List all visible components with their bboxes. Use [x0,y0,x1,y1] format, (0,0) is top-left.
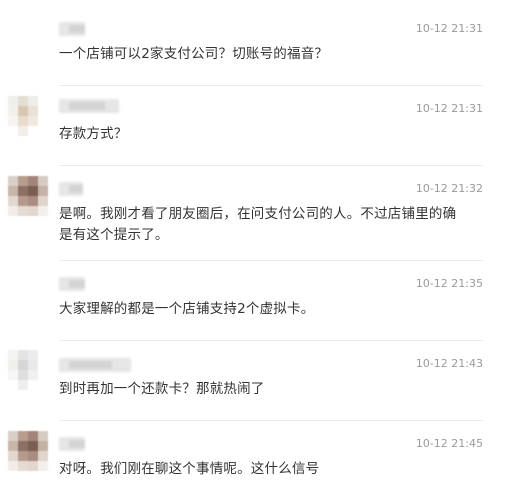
divider [59,260,483,261]
comment-time: 10-12 21:45 [415,437,483,450]
avatar-pixel [28,206,38,216]
avatar-pixel [8,380,18,390]
avatar-pixel [8,186,18,196]
avatar-pixel [28,186,38,196]
avatar-pixel [28,96,38,106]
avatar-pixel [8,461,18,471]
avatar-pixel [8,441,18,451]
divider [59,165,483,166]
avatar-pixel [38,96,48,106]
avatar-pixel [18,431,28,441]
avatar-pixel [8,360,18,370]
avatar-pixel [38,441,48,451]
avatar-pixel [28,451,38,461]
avatar-pixel [8,126,18,136]
avatar-pixel [8,176,18,186]
comment-text: 对呀。我们刚在聊这个事情呢。这什么信号 [59,461,320,477]
avatar-pixel [38,176,48,186]
avatar-pixel [18,461,28,471]
comment-text: 是啊。我刚才看了朋友圈后，在问支付公司的人。不过店铺里的确是有这个提示了。 [59,206,457,243]
avatar[interactable] [8,350,48,390]
avatar-pixel [18,350,28,360]
avatar-pixel [8,106,18,116]
comment-text: 一个店铺可以2家支付公司？切账号的福音？ [59,46,329,62]
avatar-pixel [18,380,28,390]
avatar-pixel [18,126,28,136]
avatar-pixel [28,196,38,206]
avatar-pixel [18,370,28,380]
avatar-pixel [8,370,18,380]
avatar-pixel [38,186,48,196]
avatar-pixel [18,96,28,106]
avatar-pixel [38,461,48,471]
avatar-pixel [38,116,48,126]
avatar-pixel [28,370,38,380]
comment-text: 存款方式？ [59,126,128,142]
divider [59,340,483,341]
avatar-pixel [28,360,38,370]
avatar-pixel [28,441,38,451]
avatar-pixel [28,116,38,126]
comment-time: 10-12 21:43 [415,357,483,370]
divider [59,420,483,421]
avatar-pixel [28,106,38,116]
avatar-pixel [8,350,18,360]
comment-time: 10-12 21:31 [415,102,483,115]
username-blurred[interactable] [59,22,85,36]
avatar-pixel [28,126,38,136]
avatar[interactable] [8,96,48,136]
avatar-pixel [8,196,18,206]
avatar-pixel [38,106,48,116]
avatar-pixel [8,206,18,216]
avatar-pixel [18,451,28,461]
username-blurred[interactable] [59,277,85,291]
comment-time: 10-12 21:32 [415,182,483,195]
avatar-pixel [18,441,28,451]
avatar-pixel [38,370,48,380]
avatar-pixel [38,380,48,390]
avatar-pixel [38,350,48,360]
comment-text: 大家理解的都是一个店铺支持2个虚拟卡。 [59,301,315,317]
comment-time: 10-12 21:31 [415,22,483,35]
avatar-pixel [38,126,48,136]
avatar[interactable] [8,176,48,216]
avatar-pixel [18,206,28,216]
avatar-pixel [28,176,38,186]
avatar-pixel [38,451,48,461]
username-blurred[interactable] [59,437,85,451]
avatar-pixel [28,431,38,441]
username-blurred[interactable] [59,182,84,196]
avatar-pixel [8,116,18,126]
avatar-pixel [38,196,48,206]
username-blurred[interactable] [59,99,119,113]
avatar-pixel [28,461,38,471]
avatar-pixel [18,116,28,126]
avatar[interactable] [8,431,48,471]
avatar-pixel [18,196,28,206]
avatar-pixel [8,431,18,441]
avatar-pixel [28,350,38,360]
username-blurred[interactable] [59,358,131,372]
avatar-pixel [8,96,18,106]
divider [59,85,483,86]
avatar-pixel [18,360,28,370]
avatar-pixel [38,360,48,370]
avatar-pixel [18,186,28,196]
avatar-pixel [18,106,28,116]
avatar-pixel [18,176,28,186]
avatar-pixel [38,206,48,216]
avatar-pixel [38,431,48,441]
comment-time: 10-12 21:35 [415,277,483,290]
avatar-pixel [28,380,38,390]
comment-text: 到时再加一个还款卡？那就热闹了 [59,381,265,397]
avatar-pixel [8,451,18,461]
